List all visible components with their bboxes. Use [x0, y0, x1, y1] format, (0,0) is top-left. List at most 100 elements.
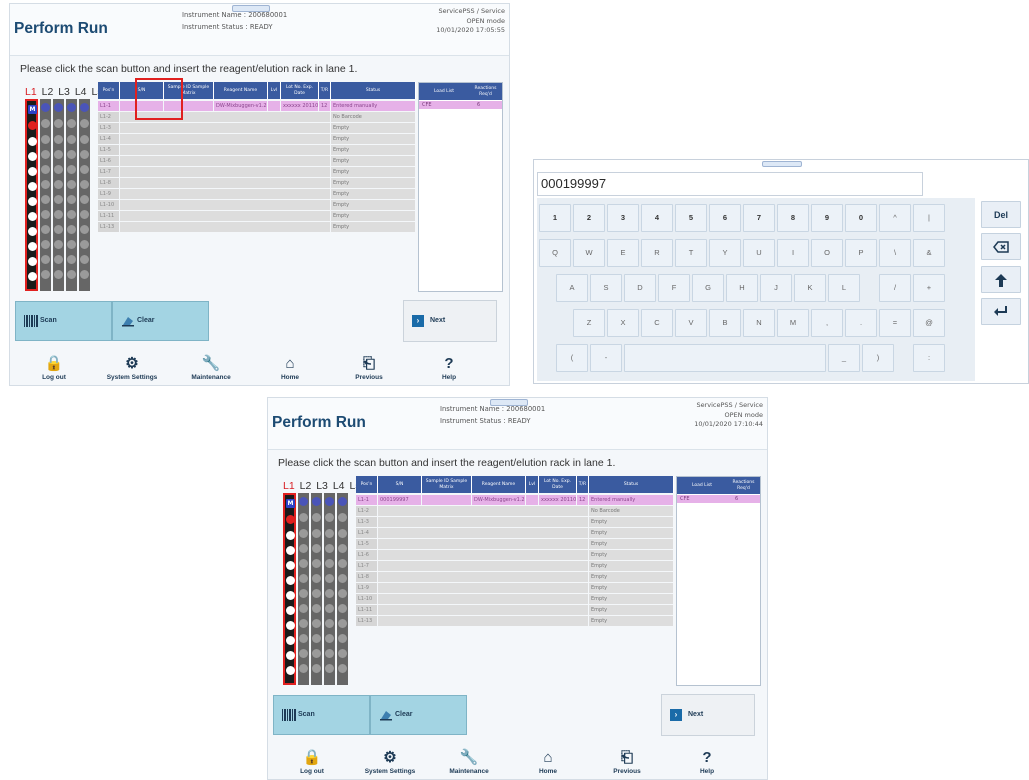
table-row[interactable]: L1-5 Empty — [356, 539, 674, 550]
lane-l4-label[interactable]: L4 — [333, 480, 345, 492]
table-row[interactable]: L1-7 Empty — [356, 561, 674, 572]
key[interactable]: 5 — [675, 204, 707, 232]
key[interactable]: ( — [556, 344, 588, 372]
key[interactable]: \ — [879, 239, 911, 267]
key[interactable]: 3 — [607, 204, 639, 232]
key[interactable]: H — [726, 274, 758, 302]
key[interactable]: @ — [913, 309, 945, 337]
lane-l2-label[interactable]: L2 — [42, 86, 54, 98]
lane-l3-label[interactable]: L3 — [316, 480, 328, 492]
key[interactable]: L — [828, 274, 860, 302]
table-row[interactable]: L1-11 Empty — [98, 211, 416, 222]
table-row[interactable]: L1-10 Empty — [356, 594, 674, 605]
key[interactable]: | — [913, 204, 945, 232]
key[interactable]: _ — [828, 344, 860, 372]
table-row[interactable]: L1-8 Empty — [98, 178, 416, 189]
next-button[interactable]: › Next — [661, 694, 755, 736]
table-row[interactable]: L1-4 Empty — [356, 528, 674, 539]
delete-key[interactable]: Del — [981, 201, 1021, 228]
key[interactable]: Q — [539, 239, 571, 267]
key[interactable]: V — [675, 309, 707, 337]
rack-lane-3[interactable] — [311, 493, 322, 685]
nav-help[interactable]: ? Help — [414, 355, 484, 381]
nav-system-settings[interactable]: ⚙ System Settings — [355, 749, 425, 775]
key[interactable]: D — [624, 274, 656, 302]
load-list-item[interactable]: CFE 6 — [419, 101, 502, 109]
nav-home[interactable]: ⌂ Home — [513, 749, 583, 775]
rack-lane-5[interactable] — [79, 99, 90, 291]
table-row[interactable]: L1-8 Empty — [356, 572, 674, 583]
row-sn[interactable]: 000199997 — [378, 495, 422, 505]
rack-lane-4[interactable] — [324, 493, 335, 685]
table-row[interactable]: L1-4 Empty — [98, 134, 416, 145]
key[interactable]: 8 — [777, 204, 809, 232]
keyboard-input-field[interactable]: 000199997 — [537, 172, 923, 196]
rack-lane-2[interactable] — [298, 493, 309, 685]
nav-maintenance[interactable]: 🔧 Maintenance — [434, 749, 504, 775]
key[interactable]: O — [811, 239, 843, 267]
nav-previous[interactable]: ⎗ Previous — [334, 355, 404, 381]
key[interactable]: K — [794, 274, 826, 302]
next-button[interactable]: › Next — [403, 300, 497, 342]
key[interactable]: P — [845, 239, 877, 267]
nav-system-settings[interactable]: ⚙ System Settings — [97, 355, 167, 381]
rack-lane-4[interactable] — [66, 99, 77, 291]
table-row[interactable]: L1-9 Empty — [98, 189, 416, 200]
key[interactable]: B — [709, 309, 741, 337]
scan-button[interactable]: Scan — [273, 695, 370, 735]
key[interactable]: = — [879, 309, 911, 337]
table-row[interactable]: L1-5 Empty — [98, 145, 416, 156]
key[interactable]: I — [777, 239, 809, 267]
clear-button[interactable]: Clear — [370, 695, 467, 735]
key[interactable]: 2 — [573, 204, 605, 232]
key[interactable]: ) — [862, 344, 894, 372]
key[interactable]: G — [692, 274, 724, 302]
key[interactable]: . — [845, 309, 877, 337]
nav-logout[interactable]: 🔒 Log out — [277, 749, 347, 775]
key[interactable]: T — [675, 239, 707, 267]
table-row[interactable]: L1-3 Empty — [356, 517, 674, 528]
key[interactable]: - — [590, 344, 622, 372]
nav-help[interactable]: ? Help — [672, 749, 742, 775]
key[interactable]: S — [590, 274, 622, 302]
table-row[interactable]: L1-6 Empty — [356, 550, 674, 561]
backspace-key[interactable] — [981, 233, 1021, 260]
rack-lane-1[interactable]: M — [25, 99, 38, 291]
key[interactable]: 0 — [845, 204, 877, 232]
key[interactable]: ^ — [879, 204, 911, 232]
shift-key[interactable] — [981, 266, 1021, 293]
table-row[interactable]: L1-9 Empty — [356, 583, 674, 594]
rack-lane-5[interactable] — [337, 493, 348, 685]
nav-home[interactable]: ⌂ Home — [255, 355, 325, 381]
space-key[interactable] — [624, 344, 826, 372]
key[interactable]: F — [658, 274, 690, 302]
key[interactable]: N — [743, 309, 775, 337]
clear-button[interactable]: Clear — [112, 301, 209, 341]
table-row[interactable]: L1-2 No Barcode — [356, 506, 674, 517]
table-row[interactable]: L1-7 Empty — [98, 167, 416, 178]
enter-key[interactable] — [981, 298, 1021, 325]
table-row[interactable]: L1-13 Empty — [98, 222, 416, 233]
nav-logout[interactable]: 🔒 Log out — [19, 355, 89, 381]
table-row[interactable]: L1-13 Empty — [356, 616, 674, 627]
load-list-item[interactable]: CFE 6 — [677, 495, 760, 503]
drag-handle[interactable] — [762, 161, 802, 167]
key[interactable]: A — [556, 274, 588, 302]
scan-button[interactable]: Scan — [15, 301, 112, 341]
key[interactable]: J — [760, 274, 792, 302]
table-row[interactable]: L1-11 Empty — [356, 605, 674, 616]
row-sample-id[interactable] — [422, 495, 472, 505]
key[interactable]: & — [913, 239, 945, 267]
rack-lane-1[interactable]: M — [283, 493, 296, 685]
key[interactable]: 7 — [743, 204, 775, 232]
key[interactable]: 1 — [539, 204, 571, 232]
nav-previous[interactable]: ⎗ Previous — [592, 749, 662, 775]
key[interactable]: C — [641, 309, 673, 337]
table-row[interactable]: L1-6 Empty — [98, 156, 416, 167]
rack-lane-2[interactable] — [40, 99, 51, 291]
key[interactable]: 9 — [811, 204, 843, 232]
key[interactable]: / — [879, 274, 911, 302]
table-row[interactable]: L1-3 Empty — [98, 123, 416, 134]
key[interactable]: X — [607, 309, 639, 337]
key[interactable]: U — [743, 239, 775, 267]
